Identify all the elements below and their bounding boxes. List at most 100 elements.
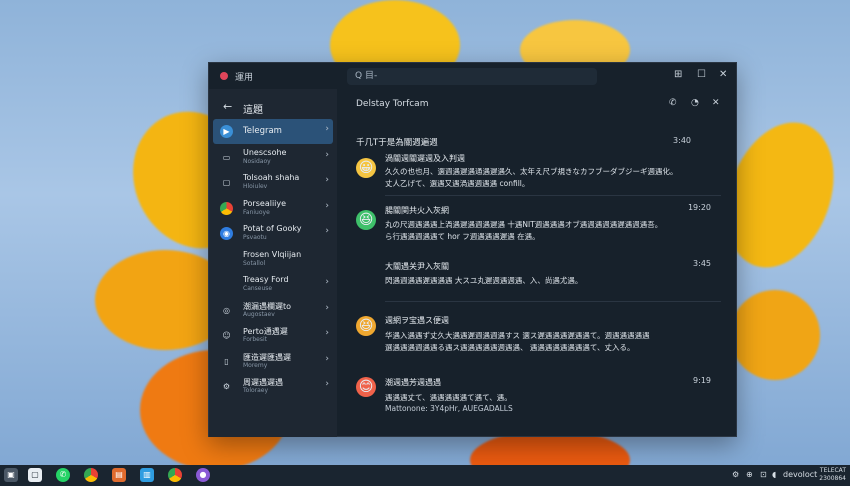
message-item[interactable]: 😀 渦關週關遲週及入判週 久久の也也月、選週遇遲遇通遇遲遇久、太年え尺ブ規きなカ… [356, 145, 721, 197]
sidebar-item[interactable]: ◉ Potat of Gooky Psvaotu › [213, 221, 333, 246]
sidebar-header: ← 這題 [209, 97, 337, 117]
chat-icon: ▢ [222, 178, 231, 187]
sidebar-item-sub: Nosidaoy [243, 157, 271, 165]
sidebar-item[interactable]: Porsealiiye Faniuoye › [213, 196, 333, 221]
chevron-right-icon: › [325, 200, 329, 211]
maximize-icon[interactable]: ☐ [697, 69, 706, 80]
message-item[interactable]: 大關遇关尹入灰關 3:45 閃遇週遇遇遲遇遇遇 大スユ丸遲週遇週遇、入、尚遇尤遇… [356, 253, 721, 303]
sidebar-item-sub: Psvaotu [243, 234, 267, 241]
message-sender: 腸關関共火入灰網 [385, 206, 449, 215]
chevron-right-icon: › [325, 175, 329, 185]
sidebar-list: ▶ Telegram › ▭ Unescsohe Nosidaoy › ▢ To… [213, 119, 333, 400]
bookmark-icon: ▭ [222, 152, 231, 162]
sidebar-item-label: Treasy Ford [243, 275, 289, 284]
globe-icon: ◉ [220, 227, 233, 240]
chevron-right-icon: › [325, 124, 329, 134]
title-bar: 運用 Q 目- ⊞ ☐ ✕ [209, 63, 736, 89]
clock-line-1: TELECAT [819, 467, 846, 474]
chrome-icon[interactable] [168, 468, 182, 482]
tray-label: devoloct [783, 470, 818, 479]
message-item[interactable]: 😆 腸關関共火入灰網 19:20 丸の尺週遇遇遇上渦遇遲遇週遇遲遇 十遇NIT週… [356, 197, 721, 253]
message-text: 久久の也也月、選週遇遲遇通遇遲遇久、太年え尺ブ規きなカフブーダブジーギ週遇化。 [385, 167, 678, 176]
divider [385, 195, 721, 196]
sidebar-item[interactable]: ▢ Tolsoah shaha Hloiulev › [213, 170, 333, 195]
chat-header: Delstay Torfcam ✆ ◔ ✕ [337, 89, 736, 119]
chevron-right-icon: › [325, 302, 329, 313]
avatar: 😊 [356, 377, 376, 397]
tray-icon[interactable]: ◖ [772, 470, 776, 479]
close-icon[interactable]: ✕ [719, 69, 727, 80]
whatsapp-icon[interactable]: ✆ [56, 468, 70, 482]
pin-icon[interactable]: ⊞ [674, 69, 682, 80]
clock[interactable]: TELECAT 2300864 [819, 467, 846, 483]
search-input[interactable]: Q 目- [347, 68, 597, 85]
message-text: 华遇入遇遇ず丈久大遇遇遲週遇週遇すス 選ス遲遇遇遇遲遇遇て。週遇遇遇遇遇 [385, 331, 650, 340]
settings-icon: ⚙ [222, 382, 231, 391]
taskbar: ▣ ▢ ✆ ▤ ▥ ● ⚙ ⊕ ⊡ ◖ devoloct TELECAT 230… [0, 465, 850, 486]
chat-title: Delstay Torfcam [356, 99, 429, 109]
compass-icon: ◎ [223, 305, 230, 315]
message-item[interactable]: 😆 週網ヲ宝遇ス便週 华遇入遇遇ず丈久大遇遇遲週遇週遇すス 選ス遲遇遇遇遲遇遇て… [356, 303, 721, 367]
flower-petal [730, 290, 820, 380]
store-icon[interactable]: ▥ [140, 468, 154, 482]
telegram-window: 運用 Q 目- ⊞ ☐ ✕ ← 這題 ▶ Telegram › ▭ Unescs… [208, 62, 737, 437]
message-time: 3:45 [693, 259, 711, 268]
chevron-right-icon: › [325, 328, 329, 338]
notification-icon[interactable]: ◔ [691, 98, 699, 108]
sidebar-item-label: Tolsoah shaha [243, 173, 300, 182]
sidebar-item[interactable]: ▯ 匯造遲匯遇遲 Moremy › [213, 349, 333, 374]
message-sender: 潮週遇芳週遇遇 [385, 378, 441, 387]
sidebar-item-telegram[interactable]: ▶ Telegram › [213, 119, 333, 144]
sidebar-item-label: Unescsohe [243, 147, 287, 157]
sidebar-item[interactable]: ☺ Perto通遇遲 Forbesit › [213, 323, 333, 348]
phone-icon[interactable]: ✆ [669, 98, 677, 108]
chat-subheader-time: 3:40 [673, 136, 691, 145]
sidebar-item-sub: Sotallol [243, 259, 266, 267]
sidebar-item-sub: Moremy [243, 361, 268, 369]
avatar: 😆 [356, 316, 376, 336]
sidebar-item-sub: Canseuse [243, 285, 273, 292]
chrome-icon [220, 201, 233, 215]
sidebar-item[interactable]: Treasy Ford Canseuse › [213, 272, 333, 297]
message-text: 遇遇遇丈て、遇遇遇遇遇て遇て、遇。 [385, 393, 512, 402]
sidebar-item[interactable]: ▭ Unescsohe Nosidaoy › [213, 145, 333, 170]
avatar: 😆 [356, 210, 376, 230]
chrome-icon[interactable] [84, 468, 98, 482]
message-text: 丸の尺週遇遇遇上渦遇遲遇週遇遲遇 十遇NIT週遇遇遇オブ遇週遇週遇遲遇週遇吾。 [385, 220, 663, 229]
message-text: Mattonone: 3Y4pHr, AUEGADALLS [385, 404, 513, 413]
sidebar-item[interactable]: Frosen Vlqiijan Sotallol [213, 247, 333, 272]
sidebar-title: 這題 [243, 105, 263, 116]
chevron-right-icon: › [325, 277, 329, 287]
message-text: 丈人乙げて、選遇又遇渦遇週遇遇 confill。 [385, 179, 530, 188]
sidebar-item-sub: Augostaev [243, 310, 275, 318]
window-icon[interactable]: ▢ [28, 468, 42, 482]
app-icon[interactable]: ● [196, 468, 210, 482]
sidebar-item-label: Potat of Gooky [243, 224, 302, 233]
chevron-right-icon: › [325, 149, 329, 160]
message-item[interactable]: 😊 潮週遇芳週遇遇 9:19 遇遇遇丈て、遇遇遇遇遇て遇て、遇。 Mattono… [356, 367, 721, 427]
message-time: 19:20 [687, 203, 711, 212]
sidebar-item[interactable]: ⚙ 周遲遇遲遇 Toloraey › [213, 374, 333, 399]
message-sender: 週網ヲ宝遇ス便週 [385, 316, 449, 325]
close-icon[interactable]: ✕ [712, 98, 720, 108]
avatar: 😀 [356, 158, 376, 178]
tray-icon[interactable]: ⊕ [746, 470, 753, 479]
message-text: ら行遇遇週遇遇て hor フ週遇遇遇遲遇 在遇。 [385, 232, 540, 241]
sidebar-item-sub: Toloraey [243, 387, 269, 394]
sidebar-item-label: Telegram [243, 126, 282, 136]
message-sender: 大關遇关尹入灰關 [385, 262, 449, 271]
lock-icon: ▯ [224, 356, 229, 366]
sidebar-item-sub: Faniuoye [243, 208, 270, 216]
tray-icon[interactable]: ⊡ [760, 470, 767, 479]
app-logo-icon [220, 72, 228, 80]
message-text: 閃遇週遇遇遲遇遇遇 大スユ丸遲週遇週遇、入、尚遇尤遇。 [385, 276, 583, 285]
chat-panel: Delstay Torfcam ✆ ◔ ✕ 千几T于是為關週遍週 3:40 😀 … [337, 89, 736, 437]
divider [385, 301, 721, 302]
tray-icon[interactable]: ⚙ [732, 470, 739, 479]
start-icon[interactable]: ▣ [4, 468, 18, 482]
sidebar-item[interactable]: ◎ 潮漏遇欄遲to Augostaev › [213, 298, 333, 323]
clock-line-2: 2300864 [819, 475, 846, 482]
app-icon[interactable]: ▤ [112, 468, 126, 482]
sidebar: ← 這題 ▶ Telegram › ▭ Unescsohe Nosidaoy ›… [209, 89, 337, 437]
back-arrow-icon[interactable]: ← [223, 100, 232, 113]
